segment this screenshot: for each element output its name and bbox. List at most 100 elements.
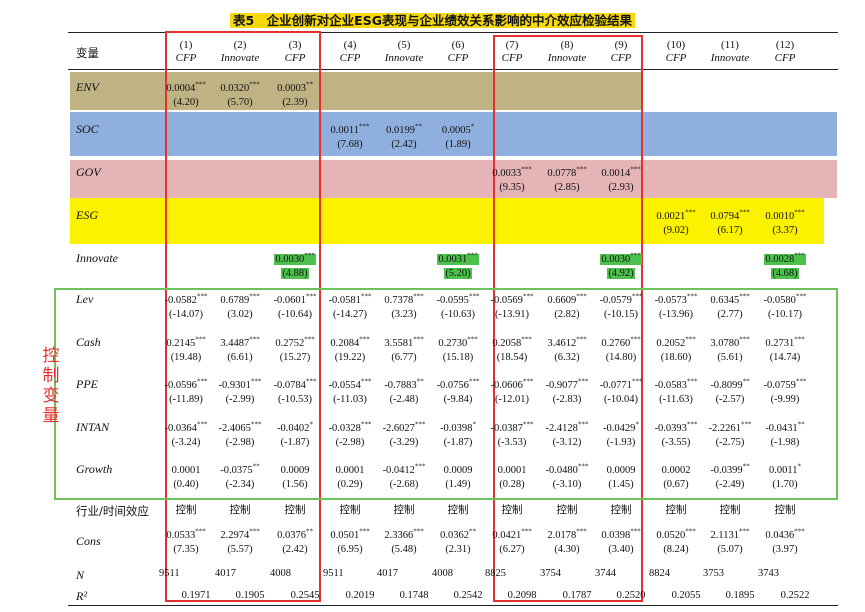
significance-stars: *** [794,527,805,536]
coef-value: 0.0436*** [765,527,805,541]
t-stat: (-9.99) [770,394,800,405]
coef-value: 0.0001 [335,465,365,476]
t-stat: (-11.89) [169,394,203,405]
coef-value: 2.2974*** [220,527,260,541]
significance-stars: *** [795,292,807,301]
coef-value: 0.2084*** [330,335,370,349]
significance-stars: * [797,462,802,471]
coef-value: 0.0021*** [656,208,696,222]
t-stat: (3.37) [772,225,798,236]
row-label-cash: Cash [76,335,101,349]
t-stat: (-1.93) [606,437,636,448]
coef-value: -0.9301*** [218,377,262,391]
coef-value: -0.0387*** [490,420,534,434]
n-value: 3754 [540,568,561,579]
significance-stars: *** [630,165,641,174]
t-stat: (-2.75) [715,437,745,448]
coef-value: 0.0030*** [600,251,642,265]
t-stat: (-11.03) [333,394,367,405]
t-stat: (-10.64) [277,309,313,320]
coef-value: 0.0001 [171,465,201,476]
n-value: 4008 [432,568,453,579]
t-stat: (-3.24) [171,437,201,448]
significance-stars: *** [630,251,641,260]
row-label-n: N [76,568,85,582]
t-stat: (-2.99) [225,394,255,405]
t-stat: (4.88) [281,268,309,279]
t-stat: (14.74) [769,352,801,363]
significance-stars: *** [467,251,478,260]
bottom-rule [68,605,838,606]
control-variables-label: 控制变量 [42,346,60,426]
coef-value: 0.6345*** [710,292,750,306]
coef-cell: 0.0011* (1.70) [746,462,824,492]
n-value: 4017 [215,568,236,579]
significance-stars: ** [305,80,313,89]
coef-value: 0.0398*** [601,527,641,541]
n-value: 8824 [649,568,670,579]
t-stat: (4.30) [554,544,580,555]
coef-value: 2.3366*** [384,527,424,541]
coef-value: 0.0009 [606,465,636,476]
t-stat: (15.27) [279,352,311,363]
coef-value: 0.2145*** [166,335,206,349]
t-stat: (-12.01) [494,394,530,405]
n-value: 3753 [703,568,724,579]
coef-cell: 0.0030*** (4.88) [256,251,334,281]
t-stat: (-2.98) [335,437,365,448]
coef-line: -0.0431** [746,420,824,436]
coef-line: 0.0028*** [746,251,824,267]
var-header: 变量 [76,46,99,60]
fixed-effects-cell: 控制 [774,504,796,516]
significance-stars: ** [797,420,805,429]
coef-line: 0.2731*** [746,335,824,351]
t-stat: (18.60) [660,352,692,363]
coef-value: 0.0001 [497,465,527,476]
coef-cell: 0.0003** (2.39) [256,80,334,110]
significance-stars: *** [794,335,805,344]
row-label-intan: INTAN [76,420,110,434]
t-stat: (6.61) [227,352,253,363]
t-stat: (-2.57) [715,394,745,405]
t-stat: (4.92) [607,268,635,279]
r2-value: 0.2522 [780,590,810,601]
significance-stars: *** [304,251,315,260]
coef-line: 0.0003** [256,80,334,96]
coef-value: 0.2058*** [492,335,532,349]
row-label-r2: R² [76,589,87,603]
row-label-gov: GOV [76,165,101,179]
t-stat: (-10.17) [767,309,803,320]
t-stat: (-3.55) [661,437,691,448]
t-stat: (7.68) [337,139,363,150]
t-stat: (-13.96) [658,309,694,320]
coef-value: 3.4612*** [547,335,587,349]
n-value: 3744 [595,568,616,579]
t-stat: (5.20) [444,268,472,279]
t-stat: (-3.12) [552,437,582,448]
coef-value: 0.0421*** [492,527,532,541]
t-stat: (8.24) [663,544,689,555]
coef-value: 3.5581*** [384,335,424,349]
t-stat: (-1.87) [443,437,473,448]
column-number: (12) [775,39,795,51]
coef-value: 0.0003** [277,80,313,94]
coef-value: -0.0784*** [273,377,317,391]
coef-cell: 0.0010*** (3.37) [746,209,824,238]
coef-value: -0.0398* [440,420,476,434]
coef-value: 0.0011* [769,462,802,476]
coef-value: 0.0011*** [330,122,370,136]
t-stat-line: (4.68) [746,267,824,281]
coef-value: -0.0402* [277,420,313,434]
t-stat: (2.77) [717,309,743,320]
t-stat: (2.93) [608,182,634,193]
significance-stars: * [470,122,475,131]
t-stat: (1.45) [608,479,634,490]
coef-value: -0.0759*** [763,377,807,391]
coef-value: -0.0375** [220,462,260,476]
t-stat: (4.20) [173,97,199,108]
row-label-growth: Growth [76,462,113,476]
t-stat: (-1.98) [770,437,800,448]
column-model-name: CFP [774,52,796,64]
significance-stars: *** [794,251,805,260]
t-stat: (14.80) [605,352,637,363]
